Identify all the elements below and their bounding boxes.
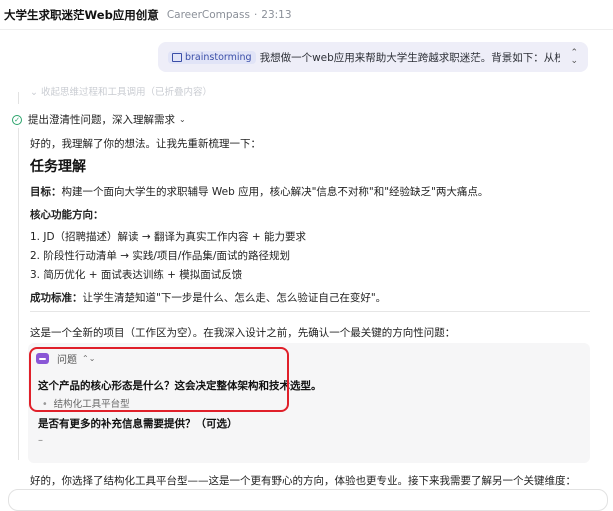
question-2-answer: – [38,435,43,446]
user-message-text: 我想做一个web应用来帮助大学生跨越求职迷茫。背景如下：从校园走向职场， [259,51,561,64]
project-name[interactable]: CareerCompass [167,9,250,21]
timestamp: 23:13 [261,8,292,21]
thread-connector [18,92,19,104]
skill-tag-label: brainstorming [185,51,252,63]
assistant-followup: 好的，你选择了结构化工具平台型——这是一个更有野心的方向，体验也更专业。接下来我… [30,475,576,487]
expand-message-icon[interactable]: ⌃ ⌄ [570,49,578,66]
meta-separator: · [253,8,258,21]
success-criteria: 成功标准：让学生清楚知道"下一步是什么、怎么走、怎么验证自己在变好"。 [30,290,386,305]
user-message: brainstorming 我想做一个web应用来帮助大学生跨越求职迷茫。背景如… [158,42,588,72]
highlight-annotation [29,347,289,412]
criteria-label: 成功标准： [30,292,83,304]
project-note: 这是一个全新的项目（工作区为空）。在我深入设计之前，先确认一个最关键的方向性问题… [30,327,456,339]
step-header[interactable]: ✓ 提出澄清性问题，深入理解需求 ⌄ [12,112,186,127]
conversation-title: 大学生求职迷茫Web应用创意 [4,7,159,22]
conversation-meta: CareerCompass · 23:13 [167,9,292,21]
chevron-down-icon[interactable]: ⌄ [179,115,186,124]
check-circle-icon: ✓ [12,114,22,125]
criteria-text: 让学生清楚知道"下一步是什么、怎么走、怎么验证自己在变好"。 [82,292,387,304]
goal-text: 构建一个面向大学生的求职辅导 Web 应用，核心解决"信息不对称"和"经验缺乏"… [61,186,489,198]
list-item: 1. JD（招聘描述）解读 → 翻译为真实工作内容 + 能力要求 [30,231,306,243]
chat-input[interactable] [8,489,608,511]
list-item: 2. 阶段性行动清单 → 实践/项目/作品集/面试的路径规划 [30,250,290,262]
skill-tag-icon [172,52,182,62]
assistant-intro: 好的，我理解了你的想法。让我先重新梳理一下： [30,138,261,150]
thread-line [18,128,19,460]
goal-label: 目标： [30,186,62,198]
collapsed-step[interactable]: ⌄ 收起思维过程和工具调用（已折叠内容） [30,84,212,98]
conversation-header: 大学生求职迷茫Web应用创意 CareerCompass · 23:13 [0,0,613,30]
goal-line: 目标：构建一个面向大学生的求职辅导 Web 应用，核心解决"信息不对称"和"经验… [30,184,488,199]
section-heading: 任务理解 [30,159,86,175]
skill-tag[interactable]: brainstorming [168,50,256,64]
question-2: 是否有更多的补充信息需要提供？（可选） [38,418,238,430]
list-item: 3. 简历优化 + 面试表达训练 + 模拟面试反馈 [30,269,243,281]
section-divider [30,311,590,312]
core-functions-title: 核心功能方向： [30,209,104,221]
step-label: 提出澄清性问题，深入理解需求 [28,114,175,126]
